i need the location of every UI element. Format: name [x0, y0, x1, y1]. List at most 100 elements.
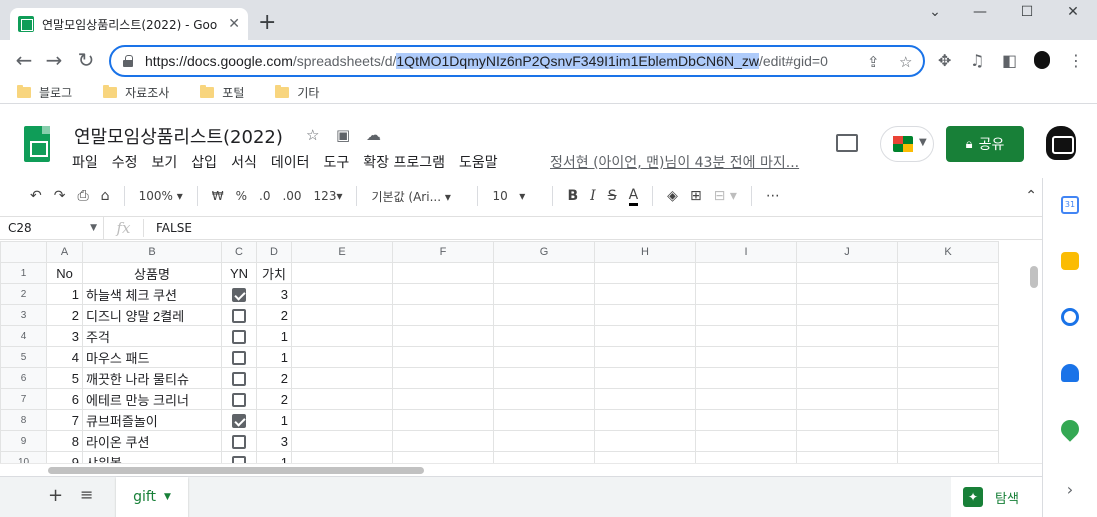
cell[interactable]: [594, 451, 696, 463]
cell[interactable]: [594, 430, 696, 452]
column-header[interactable]: B: [82, 241, 222, 263]
sheets-home-icon[interactable]: [24, 126, 50, 162]
cell[interactable]: [291, 430, 393, 452]
explore-button[interactable]: ✦ 탐색: [951, 477, 1042, 517]
menu-extensions[interactable]: 확장 프로그램: [363, 152, 445, 172]
cell[interactable]: 1: [46, 283, 83, 305]
comment-history-icon[interactable]: [836, 134, 858, 152]
cell[interactable]: [493, 409, 595, 431]
cell[interactable]: [392, 346, 494, 368]
maximize-button[interactable]: ☐: [1004, 4, 1050, 20]
all-sheets-icon[interactable]: ≡: [80, 485, 93, 504]
menu-data[interactable]: 데이터: [271, 152, 310, 172]
select-all-corner[interactable]: [0, 241, 47, 263]
tab-search-chevron-icon[interactable]: ⌄: [912, 4, 958, 20]
cell[interactable]: [493, 388, 595, 410]
cell[interactable]: [897, 325, 999, 347]
cloud-status-icon[interactable]: ☁: [366, 126, 381, 144]
more-options-icon[interactable]: ⋯: [766, 188, 780, 204]
cell[interactable]: 라이온 쿠션: [82, 430, 222, 452]
column-header[interactable]: C: [221, 241, 257, 263]
reload-icon[interactable]: ↻: [74, 50, 98, 70]
cell[interactable]: No: [46, 262, 83, 284]
cell[interactable]: [897, 346, 999, 368]
cell[interactable]: [796, 367, 898, 389]
side-panel-icon[interactable]: ◧: [1002, 51, 1017, 70]
browser-tab[interactable]: 연말모임상품리스트(2022) - Goo ✕: [10, 8, 248, 40]
cell[interactable]: 8: [46, 430, 83, 452]
share-button[interactable]: 🔒︎ 공유: [946, 126, 1024, 162]
cell[interactable]: 2: [256, 304, 292, 326]
cell[interactable]: [493, 430, 595, 452]
cell[interactable]: 1: [256, 409, 292, 431]
profile-avatar[interactable]: [1034, 51, 1050, 69]
sheet-tab-gift[interactable]: gift ▼: [116, 477, 188, 517]
cell[interactable]: [695, 346, 797, 368]
row-header[interactable]: 1: [0, 262, 47, 284]
checkbox[interactable]: [232, 434, 246, 449]
checkbox-cell[interactable]: [221, 409, 257, 431]
cell[interactable]: [695, 367, 797, 389]
checkbox-cell[interactable]: [221, 430, 257, 452]
borders-icon[interactable]: ⊞: [690, 188, 702, 204]
cell[interactable]: [695, 304, 797, 326]
checkbox[interactable]: [232, 371, 246, 386]
menu-insert[interactable]: 삽입: [191, 152, 217, 172]
cell[interactable]: 가치: [256, 262, 292, 284]
row-header[interactable]: 10: [0, 451, 47, 463]
cell[interactable]: 디즈니 양말 2켤레: [82, 304, 222, 326]
cell[interactable]: [796, 304, 898, 326]
row-header[interactable]: 8: [0, 409, 47, 431]
cell[interactable]: [796, 325, 898, 347]
name-box[interactable]: C28 ▼: [0, 217, 104, 239]
maps-icon[interactable]: [1057, 416, 1083, 442]
cell[interactable]: [392, 388, 494, 410]
undo-icon[interactable]: ↶: [30, 188, 42, 204]
contacts-icon[interactable]: [1061, 364, 1079, 382]
cell[interactable]: [291, 262, 393, 284]
cell[interactable]: [796, 409, 898, 431]
cell[interactable]: [897, 304, 999, 326]
print-icon[interactable]: ⎙: [77, 188, 88, 204]
cell[interactable]: [392, 262, 494, 284]
account-avatar[interactable]: [1046, 126, 1076, 160]
calendar-icon[interactable]: 31: [1061, 196, 1079, 214]
checkbox[interactable]: [232, 350, 246, 365]
cell[interactable]: 주걱: [82, 325, 222, 347]
increase-decimal-button[interactable]: .00: [282, 189, 301, 203]
cell[interactable]: [796, 346, 898, 368]
cell[interactable]: [897, 367, 999, 389]
close-tab-icon[interactable]: ✕: [228, 16, 240, 32]
cell[interactable]: 9: [46, 451, 83, 463]
cell[interactable]: [796, 262, 898, 284]
cell[interactable]: [695, 451, 797, 463]
cell[interactable]: [897, 262, 999, 284]
cell[interactable]: [695, 262, 797, 284]
cell[interactable]: [291, 325, 393, 347]
cell[interactable]: [897, 388, 999, 410]
row-header[interactable]: 6: [0, 367, 47, 389]
column-header[interactable]: A: [46, 241, 83, 263]
cell[interactable]: [594, 367, 696, 389]
currency-button[interactable]: ₩: [212, 189, 224, 203]
cell[interactable]: [392, 451, 494, 463]
checkbox-cell[interactable]: [221, 388, 257, 410]
fill-color-icon[interactable]: ◈: [667, 188, 678, 204]
menu-file[interactable]: 파일: [72, 152, 98, 172]
cell[interactable]: 상품명: [82, 262, 222, 284]
bookmark-folder-blog[interactable]: 블로그: [17, 84, 72, 101]
horizontal-scrollbar[interactable]: [0, 463, 1042, 476]
cell[interactable]: 마우스 패드: [82, 346, 222, 368]
cell[interactable]: [392, 283, 494, 305]
cell[interactable]: [493, 346, 595, 368]
cell[interactable]: [594, 409, 696, 431]
cell[interactable]: [291, 367, 393, 389]
vertical-scrollbar[interactable]: [1027, 241, 1042, 463]
cell[interactable]: [594, 346, 696, 368]
menu-edit[interactable]: 수정: [112, 152, 138, 172]
cell[interactable]: 3: [256, 430, 292, 452]
cell[interactable]: [392, 325, 494, 347]
checkbox[interactable]: [232, 455, 246, 463]
cell[interactable]: [594, 304, 696, 326]
cell[interactable]: 4: [46, 346, 83, 368]
